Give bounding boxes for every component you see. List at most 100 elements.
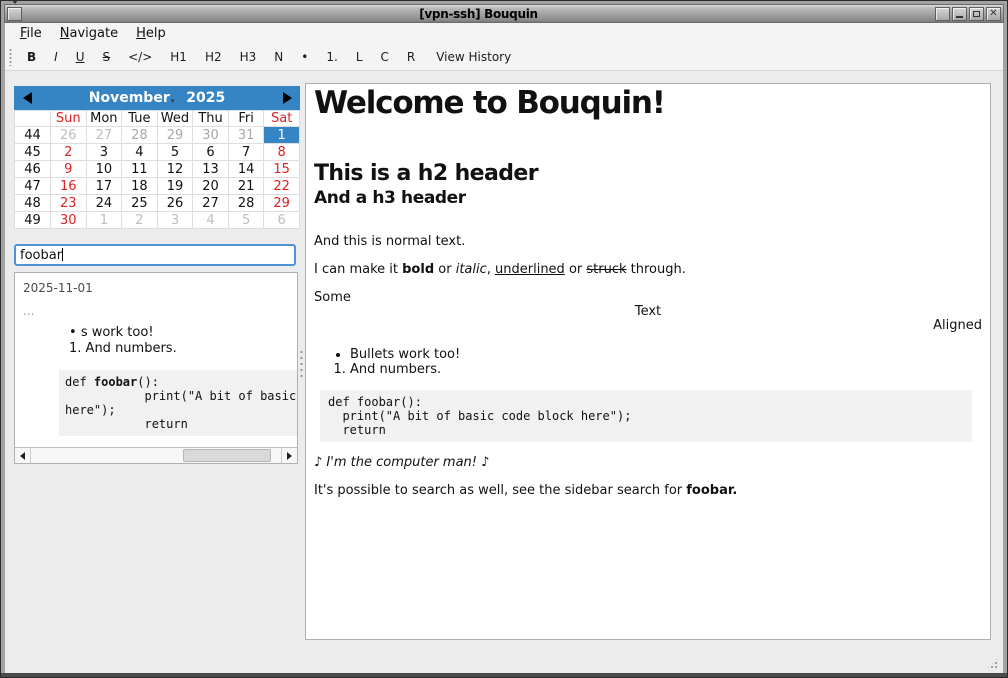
horizontal-scrollbar[interactable] [15, 447, 297, 463]
minimize-button[interactable] [952, 7, 967, 21]
calendar-day[interactable]: 5 [228, 212, 264, 229]
week-column-corner [15, 111, 51, 127]
calendar-day[interactable]: 27 [193, 195, 229, 212]
calendar-day[interactable]: 2 [122, 212, 158, 229]
search-results-panel[interactable]: 2025-11-01 ... • s work too! 1. And numb… [14, 272, 298, 464]
calendar-day[interactable]: 3 [157, 212, 193, 229]
calendar-day[interactable]: 30 [193, 127, 229, 144]
toolbar-normal-text-button[interactable]: N [265, 46, 292, 68]
calendar-day[interactable]: 23 [51, 195, 87, 212]
toolbar-underline-button[interactable]: U [67, 46, 94, 68]
calendar-day[interactable]: 29 [264, 195, 300, 212]
calendar-day[interactable]: 3 [86, 144, 122, 161]
calendar-day[interactable]: 6 [264, 212, 300, 229]
doc-p: And this is normal text. [314, 235, 982, 249]
calendar-day[interactable]: 17 [86, 178, 122, 195]
toolbar-grip-handle[interactable] [9, 48, 12, 66]
editor-panel[interactable]: Welcome to Bouquin!This is a h2 headerAn… [305, 83, 991, 640]
calendar-day[interactable]: 7 [228, 144, 264, 161]
toolbar-heading3-button[interactable]: H3 [231, 46, 266, 68]
calendar-day[interactable]: 14 [228, 161, 264, 178]
toolbar-code-button[interactable]: </> [119, 46, 161, 68]
calendar-day[interactable]: 30 [51, 212, 87, 229]
dayname-thu: Thu [193, 111, 229, 127]
window-menu-button[interactable] [7, 7, 22, 21]
calendar-day[interactable]: 28 [122, 127, 158, 144]
calendar-day[interactable]: 16 [51, 178, 87, 195]
close-icon: ✕ [989, 9, 997, 19]
calendar-day[interactable]: 24 [86, 195, 122, 212]
calendar-day[interactable]: 13 [193, 161, 229, 178]
shade-icon [939, 4, 947, 23]
calendar-week-row: 4716171819202122 [15, 178, 300, 195]
calendar-day[interactable]: 31 [228, 127, 264, 144]
calendar-day[interactable]: 11 [122, 161, 158, 178]
toolbar-heading1-button[interactable]: H1 [161, 46, 196, 68]
previous-month-button[interactable] [14, 92, 40, 104]
calendar-day[interactable]: 22 [264, 178, 300, 195]
calendar-day[interactable]: 15 [264, 161, 300, 178]
calendar-week-row: 442627282930311 [15, 127, 300, 144]
previous-month-arrow-icon [23, 92, 32, 104]
calendar-day[interactable]: 2 [51, 144, 87, 161]
menu-file[interactable]: File [11, 24, 51, 43]
calendar-day-selected[interactable]: 1 [264, 127, 300, 144]
calendar-day[interactable]: 20 [193, 178, 229, 195]
calendar-day[interactable]: 9 [51, 161, 87, 178]
calendar-day[interactable]: 6 [193, 144, 229, 161]
doc-aligned-line: Some [314, 291, 982, 305]
toolbar-bold-button[interactable]: B [18, 46, 45, 68]
calendar-day[interactable]: 10 [86, 161, 122, 178]
search-input[interactable]: foobar [14, 244, 296, 266]
next-month-button[interactable] [274, 92, 300, 104]
doc-list-item: And numbers. [350, 362, 982, 377]
menu-help[interactable]: Help [127, 24, 175, 43]
shade-button[interactable] [935, 7, 950, 21]
calendar-day[interactable]: 27 [86, 127, 122, 144]
toolbar-align-right-button[interactable]: R [398, 46, 424, 68]
month-dropdown[interactable]: November ▾ [89, 90, 174, 106]
text-caret [62, 248, 63, 261]
sidebar-splitter-handle[interactable] [299, 349, 304, 379]
calendar-table: SunMonTueWedThuFriSat 442627282930311452… [14, 110, 300, 229]
toolbar-numbered-list-button[interactable]: 1. [317, 46, 346, 68]
calendar-day[interactable]: 26 [51, 127, 87, 144]
calendar-day[interactable]: 29 [157, 127, 193, 144]
calendar-day[interactable]: 18 [122, 178, 158, 195]
menu-navigate[interactable]: Navigate [51, 24, 127, 43]
calendar-day[interactable]: 21 [228, 178, 264, 195]
window-menu-icon [11, 4, 19, 23]
calendar-day[interactable]: 8 [264, 144, 300, 161]
calendar-day[interactable]: 25 [122, 195, 158, 212]
toolbar-strikethrough-button[interactable]: S [94, 46, 120, 68]
scroll-left-button[interactable] [15, 448, 31, 463]
toolbar-view-history-button[interactable]: View History [424, 46, 523, 68]
calendar-day[interactable]: 26 [157, 195, 193, 212]
toolbar-bullet-list-button[interactable]: • [292, 46, 317, 68]
toolbar-buttons: BIUS</>H1H2H3N•1.LCRView History [18, 46, 523, 68]
year-label[interactable]: 2025 [186, 90, 225, 106]
resize-grip[interactable] [986, 657, 999, 670]
toolbar-align-left-button[interactable]: L [347, 46, 372, 68]
calendar-day[interactable]: 12 [157, 161, 193, 178]
scrollbar-thumb[interactable] [183, 449, 271, 462]
doc-p: I can make it bold or italic, underlined… [314, 263, 982, 277]
calendar-day[interactable]: 1 [86, 212, 122, 229]
maximize-button[interactable] [969, 7, 984, 21]
calendar-day[interactable]: 28 [228, 195, 264, 212]
calendar-day[interactable]: 5 [157, 144, 193, 161]
scroll-right-button[interactable] [281, 448, 297, 463]
toolbar-align-center-button[interactable]: C [372, 46, 398, 68]
toolbar-italic-button[interactable]: I [45, 46, 67, 68]
calendar-week-row: 4930123456 [15, 212, 300, 229]
window: { "window": { "title": "[vpn-ssh] Bouqui… [0, 0, 1008, 678]
toolbar-heading2-button[interactable]: H2 [196, 46, 231, 68]
result-date-link[interactable]: 2025-11-01 [23, 281, 297, 295]
titlebar[interactable]: [vpn-ssh] Bouquin ✕ [4, 4, 1004, 23]
calendar-day[interactable]: 19 [157, 178, 193, 195]
calendar-day[interactable]: 4 [193, 212, 229, 229]
next-month-arrow-icon [283, 92, 292, 104]
calendar-day[interactable]: 4 [122, 144, 158, 161]
close-button[interactable]: ✕ [986, 7, 1001, 21]
doc-h3: And a h3 header [314, 189, 982, 207]
